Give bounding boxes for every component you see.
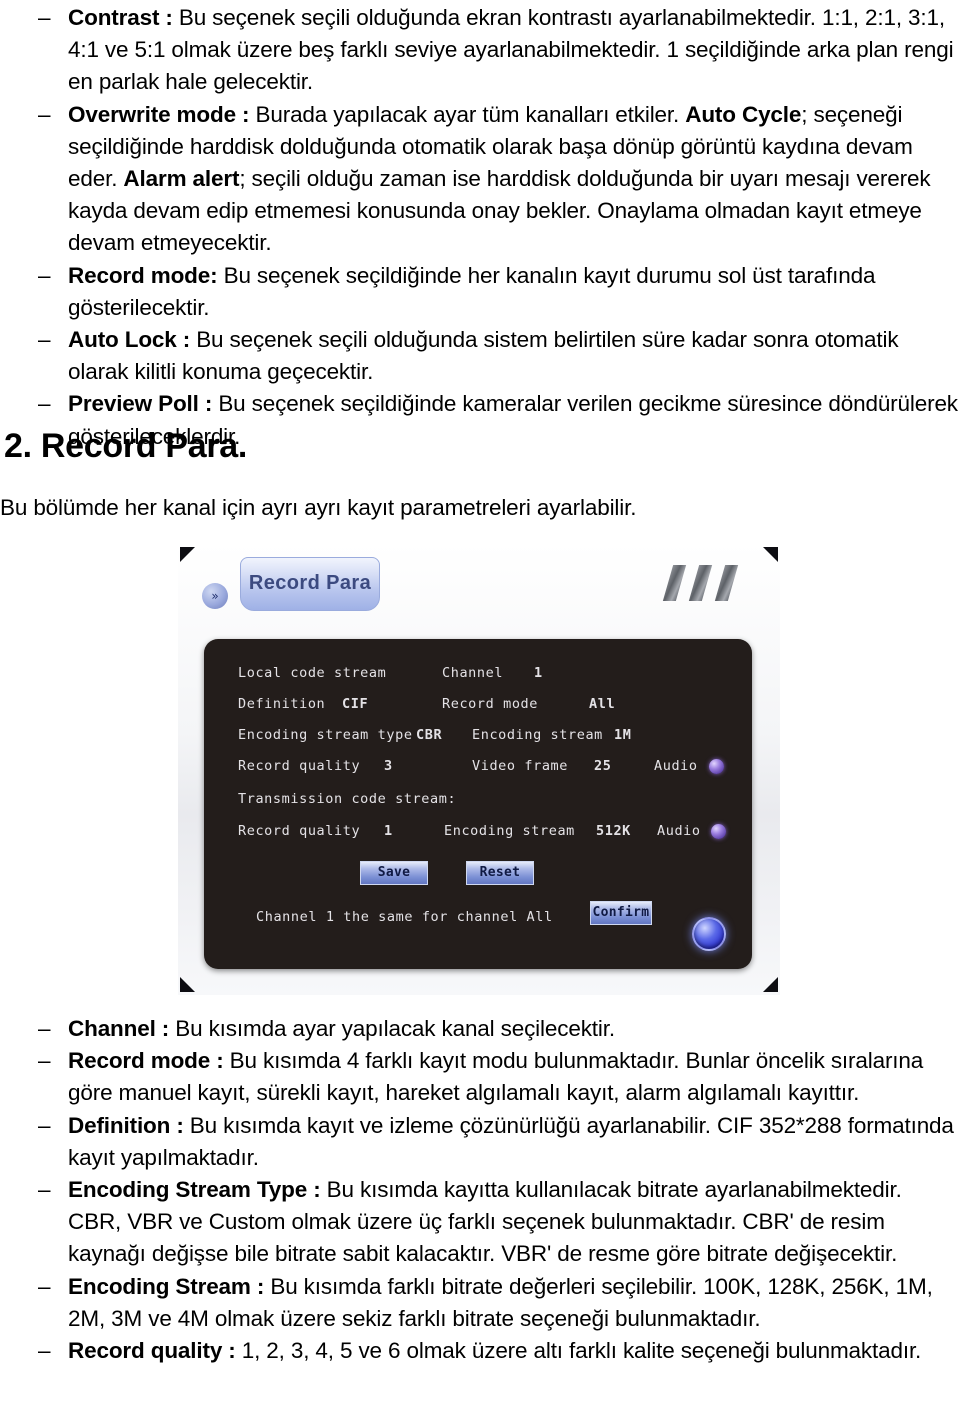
bottom-bullet-list: – Channel : Bu kısımda ayar yapılacak kan…	[0, 1013, 960, 1367]
bullet-term: Definition :	[68, 1112, 184, 1138]
value-record-mode[interactable]: All	[589, 696, 615, 712]
section-heading-block: 2. Record Para.	[0, 424, 960, 468]
bullet-text: Burada yapılacak ayar tüm kanalları etki…	[249, 101, 686, 127]
top-bullet-item: – Record mode: Bu seçenek seçildiğinde he…	[0, 260, 960, 324]
bullet-text: Bu kısımda kayıt ve izleme çözünürlüğü a…	[68, 1112, 954, 1170]
bullet-dash-icon: –	[38, 262, 51, 288]
label-audio: Audio	[654, 758, 698, 774]
value-definition[interactable]: CIF	[342, 696, 368, 712]
page-title: 2. Record Para.	[4, 427, 248, 465]
bullet-dash-icon: –	[38, 1177, 51, 1203]
label-copy-channel: Channel 1 the same for channel All	[256, 909, 553, 925]
crop-mark-bottom-left-icon	[180, 977, 195, 992]
bullet-term: Contrast :	[68, 5, 173, 30]
label-definition: Definition	[238, 696, 326, 712]
label-record-quality: Record quality	[238, 758, 361, 774]
bullet-term: Encoding Stream :	[68, 1273, 265, 1299]
bullet-dash-icon: –	[38, 327, 51, 353]
bullet-dash-icon: –	[38, 1112, 51, 1138]
label-transmission-code-stream: Transmission code stream:	[238, 791, 457, 807]
bottom-bullet-item: – Record mode : Bu kısımda 4 farklı kayıt…	[0, 1045, 960, 1109]
top-bullet-item: – Overwrite mode : Burada yapılacak ayar…	[0, 99, 960, 260]
intro-paragraph: Bu bölümde her kanal için ayrı ayrı kayı…	[0, 495, 637, 520]
bullet-term: Overwrite mode :	[68, 101, 250, 127]
bullet-dash-icon: –	[38, 1273, 51, 1299]
bullet-dash-icon: –	[38, 391, 51, 417]
bottom-bullet-item: – Record quality : 1, 2, 3, 4, 5 ve 6 olm…	[0, 1335, 960, 1367]
back-arrow-icon[interactable]: »	[202, 583, 228, 609]
crop-mark-bottom-right-icon	[763, 977, 778, 992]
label-encoding-stream-2: Encoding stream	[444, 823, 575, 839]
bullet-text: Bu seçenek seçili olduğunda sistem belir…	[68, 327, 899, 385]
bullet-term: Channel :	[68, 1016, 170, 1041]
bullet-term: Encoding Stream Type :	[68, 1177, 321, 1203]
save-button[interactable]: Save	[360, 861, 428, 885]
power-button-icon[interactable]	[692, 917, 726, 951]
bullet-term: Alarm alert	[123, 166, 240, 192]
value-record-quality[interactable]: 3	[384, 758, 393, 774]
reset-button[interactable]: Reset	[466, 861, 534, 885]
value-record-quality-2[interactable]: 1	[384, 823, 393, 839]
audio-2-toggle-led-icon[interactable]	[711, 824, 726, 839]
label-channel: Channel	[442, 665, 504, 681]
bullet-text: Bu seçenek seçili olduğunda ekran kontra…	[68, 5, 954, 95]
confirm-button[interactable]: Confirm	[590, 901, 652, 925]
top-text-block: – Contrast : Bu seçenek seçili olduğunda …	[0, 2, 960, 453]
bullet-term: Auto Lock :	[68, 327, 191, 353]
dvr-screenshot-figure: » Record Para Local code stream Channel …	[178, 543, 780, 995]
value-encoding-stream[interactable]: 1M	[614, 727, 631, 743]
top-bullet-item: – Contrast : Bu seçenek seçili olduğunda …	[0, 2, 960, 99]
bottom-bullet-item: – Encoding Stream : Bu kısımda farklı bit…	[0, 1271, 960, 1335]
bullet-term: Preview Poll :	[68, 391, 213, 417]
bullet-dash-icon: –	[38, 1338, 51, 1364]
bullet-text: Bu kısımda ayar yapılacak kanal seçilece…	[169, 1016, 615, 1041]
signal-bars-icon	[662, 565, 742, 603]
tab-record-para-label: Record Para	[248, 572, 372, 594]
label-encoding-stream: Encoding stream	[472, 727, 603, 743]
intro-paragraph-block: Bu bölümde her kanal için ayrı ayrı kayı…	[0, 492, 960, 524]
label-record-mode: Record mode	[442, 696, 539, 712]
bullet-term: Record quality :	[68, 1338, 236, 1364]
document-page: – Contrast : Bu seçenek seçili olduğunda …	[0, 0, 960, 1409]
label-record-quality-2: Record quality	[238, 823, 361, 839]
label-video-frame: Video frame	[472, 758, 569, 774]
top-bullet-item: – Auto Lock : Bu seçenek seçili olduğunda…	[0, 324, 960, 388]
label-local-code-stream: Local code stream	[238, 665, 387, 681]
bullet-dash-icon: –	[38, 101, 51, 127]
value-video-frame[interactable]: 25	[594, 758, 611, 774]
bullet-text: 1, 2, 3, 4, 5 ve 6 olmak üzere altı fark…	[235, 1338, 922, 1364]
bullet-term: Auto Cycle	[685, 101, 802, 127]
bottom-bullet-item: – Encoding Stream Type : Bu kısımda kayıt…	[0, 1174, 960, 1271]
label-audio-2: Audio	[657, 823, 701, 839]
value-encoding-stream-2[interactable]: 512K	[596, 823, 631, 839]
value-encoding-stream-type[interactable]: CBR	[416, 727, 442, 743]
bottom-text-block: – Channel : Bu kısımda ayar yapılacak kan…	[0, 1013, 960, 1367]
value-channel[interactable]: 1	[534, 665, 543, 681]
audio-toggle-led-icon[interactable]	[709, 759, 724, 774]
bottom-bullet-item: – Definition : Bu kısımda kayıt ve izleme…	[0, 1110, 960, 1174]
bullet-dash-icon: –	[38, 1016, 51, 1041]
top-bullet-list: – Contrast : Bu seçenek seçili olduğunda …	[0, 2, 960, 453]
bullet-dash-icon: –	[38, 5, 51, 30]
bullet-term: Record mode:	[68, 262, 218, 288]
record-para-panel: Local code stream Channel 1 Definition C…	[204, 639, 752, 969]
bottom-bullet-item: – Channel : Bu kısımda ayar yapılacak kan…	[0, 1013, 960, 1045]
bullet-term: Record mode :	[68, 1048, 224, 1074]
tab-record-para[interactable]: Record Para	[240, 557, 380, 611]
dvr-window: » Record Para Local code stream Channel …	[178, 543, 780, 995]
bullet-dash-icon: –	[38, 1048, 51, 1074]
label-encoding-stream-type: Encoding stream type	[238, 727, 413, 743]
dvr-titlebar: » Record Para	[188, 553, 770, 631]
